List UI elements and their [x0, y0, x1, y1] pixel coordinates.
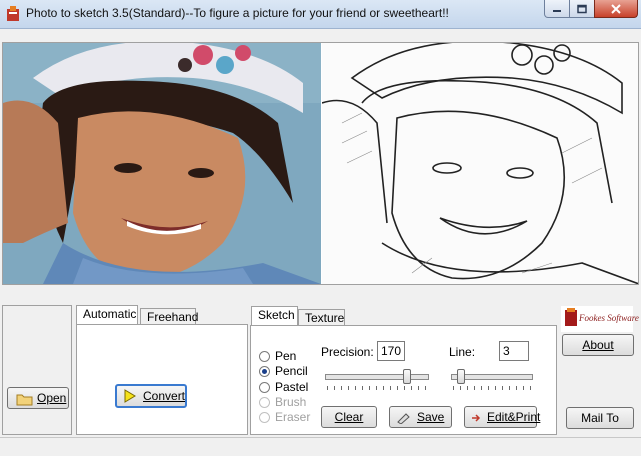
tab-automatic[interactable]: Automatic — [76, 305, 138, 325]
mailto-button[interactable]: Mail To — [566, 407, 634, 429]
line-slider-ticks — [453, 386, 531, 390]
line-slider[interactable] — [449, 369, 535, 395]
brand-logo-text: Fookes Software — [579, 313, 639, 323]
title-bar: Photo to sketch 3.5(Standard)--To figure… — [0, 0, 641, 29]
play-triangle-icon — [124, 389, 136, 403]
open-group — [2, 305, 72, 435]
sketch-result — [322, 43, 638, 284]
radio-pencil-label: Pencil — [275, 364, 308, 378]
radio-brush-label: Brush — [275, 395, 307, 409]
precision-input[interactable]: 170 — [377, 341, 405, 361]
save-label: Save — [417, 410, 445, 424]
editprint-label: Edit&Print — [487, 410, 541, 424]
tab-texture-label: Texture — [305, 311, 345, 325]
about-button[interactable]: About — [562, 334, 634, 356]
maximize-button[interactable] — [569, 0, 595, 18]
tab-freehand-label: Freehand — [147, 310, 199, 324]
automatic-tab-page — [76, 324, 248, 435]
precision-slider-ticks — [327, 386, 427, 390]
tab-automatic-label: Automatic — [83, 307, 137, 321]
radio-brush-indicator — [259, 397, 270, 408]
line-input[interactable]: 3 — [499, 341, 529, 361]
radio-eraser-indicator — [259, 412, 270, 423]
precision-slider[interactable] — [323, 369, 431, 395]
minimize-icon — [553, 9, 561, 12]
convert-label: Convert — [143, 389, 186, 403]
folder-icon — [16, 394, 33, 406]
tab-sketch-label: Sketch — [258, 308, 295, 322]
radio-pastel-indicator — [259, 382, 270, 393]
precision-slider-track — [325, 374, 429, 380]
about-label: About — [582, 338, 614, 352]
line-label: Line: — [449, 345, 476, 359]
radio-pen-indicator — [259, 351, 270, 362]
image-display-area — [2, 42, 639, 285]
original-photo — [3, 43, 321, 284]
sketch-tab-page: Pen Pencil Pastel Brush Eraser Precision… — [250, 325, 557, 435]
line-slider-thumb[interactable] — [457, 369, 465, 384]
status-bar — [0, 437, 641, 456]
radio-pen-label: Pen — [275, 349, 297, 363]
precision-slider-thumb[interactable] — [403, 369, 411, 384]
editprint-button[interactable]: Edit&Print — [464, 406, 541, 428]
close-button[interactable] — [594, 0, 638, 18]
clear-label: Clear — [334, 410, 364, 424]
convert-button[interactable]: Convert — [115, 384, 187, 408]
radio-pencil-indicator — [259, 366, 270, 377]
save-button[interactable]: Save — [389, 406, 452, 428]
control-panel: Open Automatic Freehand Convert Sketch T… — [0, 303, 641, 437]
radio-pastel-label: Pastel — [275, 380, 309, 394]
radio-eraser-label: Eraser — [275, 410, 311, 424]
brand-logo: Fookes Software — [561, 306, 639, 332]
edit-icon — [472, 414, 481, 422]
save-pen-icon — [397, 413, 410, 424]
window-title: Photo to sketch 3.5(Standard)--To figure… — [26, 6, 449, 20]
app-icon — [7, 6, 19, 21]
tab-sketch[interactable]: Sketch — [251, 306, 298, 326]
mailto-label: Mail To — [581, 411, 619, 425]
close-icon — [611, 3, 621, 14]
precision-label: Precision: — [321, 345, 374, 359]
open-label: Open — [37, 391, 67, 405]
minimize-button[interactable] — [544, 0, 570, 18]
clear-button[interactable]: Clear — [321, 406, 377, 428]
open-button[interactable]: Open — [7, 387, 69, 409]
maximize-icon — [577, 4, 587, 13]
